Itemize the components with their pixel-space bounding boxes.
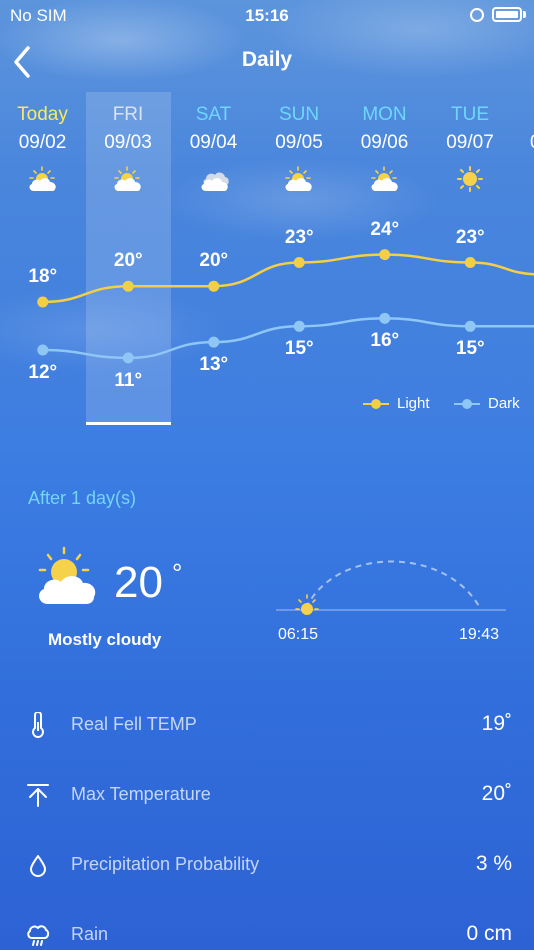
day-column[interactable]: MON 09/06 (342, 104, 427, 192)
day-date: 09/05 (275, 132, 323, 153)
day-date: 0 (513, 132, 534, 162)
status-bar: No SIM 15:16 (0, 0, 534, 30)
low-temp-label: 13° (199, 354, 229, 376)
day-date: 09/04 (189, 132, 238, 153)
partly-cloudy-icon (285, 166, 312, 191)
high-temp-label: 18° (28, 266, 58, 287)
thermometer-icon (32, 712, 44, 738)
detail-value: 20˚ (481, 782, 512, 805)
battery-icon (492, 7, 522, 22)
day-date: 09/03 (104, 132, 152, 153)
detail-value: 19˚ (481, 712, 512, 735)
detail-label: Real Fell TEMP (71, 714, 197, 734)
legend-light-label: Light (397, 395, 430, 412)
detail-value: 3 % (475, 852, 512, 875)
high-temp-label: 20° (113, 250, 143, 272)
rotation-lock-icon (470, 8, 484, 22)
day-name (513, 104, 534, 130)
low-temp-label: 16° (370, 330, 400, 352)
day-name: SAT (195, 104, 232, 125)
degree-symbol: ° (172, 558, 183, 588)
detail-row-precipitation: Precipitation Probability 3 % (0, 844, 534, 884)
detail-value: 0 cm (466, 922, 512, 945)
partly-cloudy-icon (114, 166, 141, 191)
high-temp-label: 23° (455, 226, 485, 248)
partly-cloudy-icon (38, 546, 96, 604)
low-temp-label: 11° (114, 369, 143, 391)
day-name: SUN (278, 104, 320, 125)
sun-path-arc (276, 560, 506, 615)
clock: 15:16 (245, 6, 289, 25)
selected-day-underline (86, 422, 171, 425)
detail-row-rain: Rain 0 cm (0, 914, 534, 950)
sunrise-time: 06:15 (278, 626, 319, 643)
nav-bar: Daily (0, 36, 534, 86)
arrow-up-icon (27, 784, 49, 807)
day-name: TUE (451, 104, 489, 125)
detail-label: Precipitation Probability (71, 854, 260, 874)
page-title: Daily (241, 48, 293, 71)
low-temp-label: 15° (284, 338, 314, 360)
high-temp-label: 24° (370, 218, 400, 240)
day-column[interactable]: FRI 09/03 (86, 104, 171, 192)
high-temp-label: 20° (199, 250, 229, 272)
day-name: FRI (112, 104, 144, 125)
legend-dark-label: Dark (488, 395, 520, 412)
sun-marker-icon (295, 594, 319, 615)
high-temp-label: 23° (284, 226, 314, 248)
day-date: 09/02 (18, 132, 67, 153)
legend-dark-dot (462, 399, 472, 409)
day-column[interactable]: TUE 09/07 (428, 104, 513, 192)
battery-tip (523, 11, 526, 18)
selected-temperature: 20 (114, 558, 163, 607)
day-column[interactable]: Today 09/02 (0, 104, 85, 192)
legend-light-dot (371, 399, 381, 409)
droplet-icon (30, 855, 46, 877)
day-column[interactable]: 0 (513, 104, 534, 162)
day-name: MON (362, 104, 407, 125)
days-ahead-label: After 1 day(s) (28, 488, 137, 508)
sunset-time: 19:43 (459, 626, 500, 643)
partly-cloudy-icon (370, 166, 398, 191)
rain-cloud-icon (27, 925, 50, 946)
weather-condition: Mostly cloudy (48, 630, 162, 649)
detail-row-max-temperature: Max Temperature 20˚ (0, 774, 534, 814)
partly-cloudy-icon (28, 166, 56, 191)
low-temp-label: 15° (455, 338, 485, 360)
day-name: Today (17, 104, 68, 125)
low-temp-label: 12° (28, 362, 58, 383)
detail-label: Max Temperature (71, 784, 211, 804)
day-column[interactable]: SAT 09/04 (171, 104, 256, 192)
cloudy-icon (201, 172, 229, 191)
detail-row-feels-like: Real Fell TEMP 19˚ (0, 704, 534, 744)
day-date: 09/06 (360, 132, 409, 153)
detail-label: Rain (71, 924, 109, 944)
sunny-icon (457, 166, 483, 192)
day-date: 09/07 (446, 132, 494, 153)
day-column[interactable]: SUN 09/05 (257, 104, 342, 192)
